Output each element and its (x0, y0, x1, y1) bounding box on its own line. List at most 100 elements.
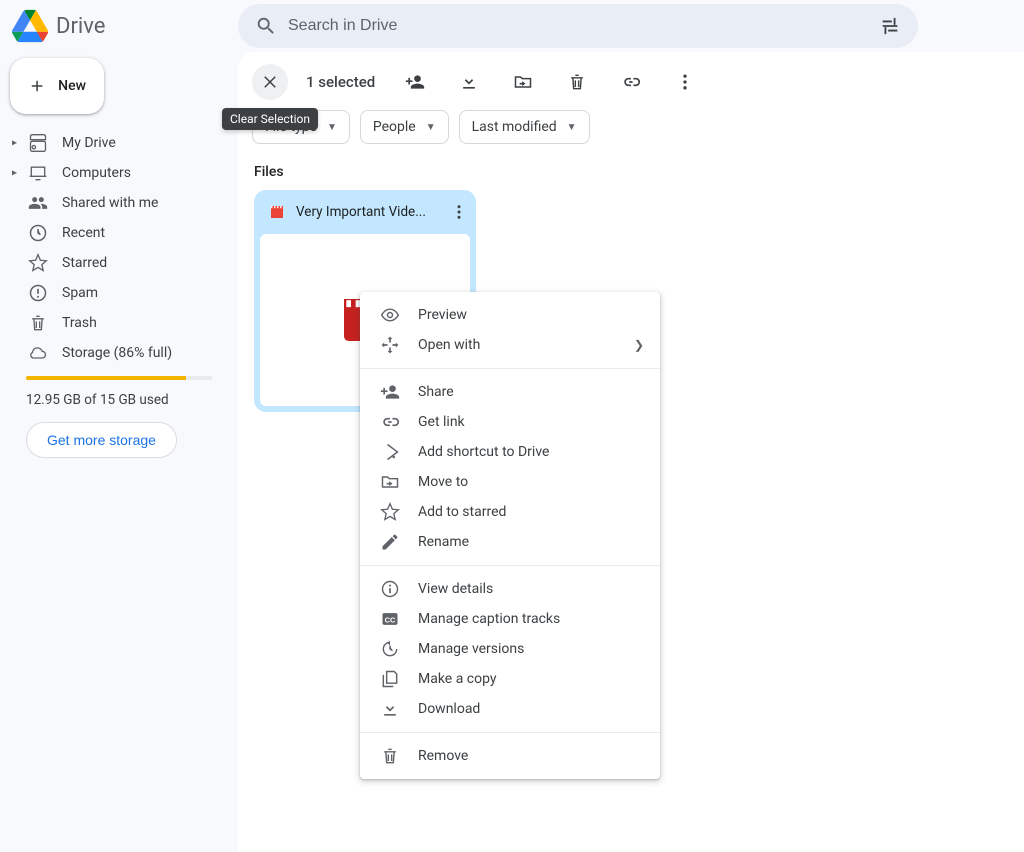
menu-item-label: Preview (418, 307, 467, 323)
delete-button[interactable] (559, 64, 595, 100)
sidebar-item-label: Recent (62, 225, 105, 241)
menu-item-remove[interactable]: Remove (360, 741, 660, 771)
open-with-icon (380, 335, 400, 355)
menu-item-label: Make a copy (418, 671, 497, 687)
caret-down-icon: ▼ (327, 122, 337, 133)
spam-icon (28, 283, 48, 303)
menu-item-make-a-copy[interactable]: Make a copy (360, 664, 660, 694)
sidebar-item-label: Trash (62, 315, 97, 331)
clear-selection-button[interactable] (252, 64, 288, 100)
menu-item-label: Rename (418, 534, 469, 550)
expand-caret-icon[interactable]: ▸ (12, 138, 17, 149)
menu-item-label: Remove (418, 748, 468, 764)
eye-icon (380, 305, 400, 325)
sidebar-item-label: Computers (62, 165, 131, 181)
link-icon (621, 72, 641, 92)
sidebar-item-label: Starred (62, 255, 107, 271)
sidebar-item-recent[interactable]: Recent (8, 218, 224, 248)
share-button[interactable] (397, 64, 433, 100)
close-icon (261, 73, 279, 91)
computers-icon (28, 163, 48, 183)
menu-item-add-shortcut[interactable]: Add shortcut to Drive (360, 437, 660, 467)
search-icon[interactable] (246, 6, 286, 46)
person-add-icon (380, 382, 400, 402)
plus-icon (28, 75, 46, 97)
app-title[interactable]: Drive (56, 14, 105, 39)
selection-count: 1 selected (306, 73, 375, 91)
filter-people[interactable]: People ▼ (360, 110, 449, 144)
star-icon (380, 502, 400, 522)
trash-icon (28, 313, 48, 333)
search-input[interactable] (286, 16, 870, 36)
filter-label: Last modified (472, 119, 557, 135)
download-button[interactable] (451, 64, 487, 100)
sidebar-item-my-drive[interactable]: ▸ My Drive (8, 128, 224, 158)
more-actions-button[interactable] (667, 64, 703, 100)
svg-text:CC: CC (385, 615, 396, 624)
new-button-label: New (58, 78, 86, 94)
copy-icon (380, 669, 400, 689)
folder-move-icon (380, 472, 400, 492)
menu-item-label: Move to (418, 474, 468, 490)
menu-item-label: Get link (418, 414, 465, 430)
menu-item-move-to[interactable]: Move to (360, 467, 660, 497)
menu-item-open-with[interactable]: Open with ❯ (360, 330, 660, 360)
menu-item-label: View details (418, 581, 493, 597)
download-icon (459, 72, 479, 92)
menu-item-manage-captions[interactable]: CC Manage caption tracks (360, 604, 660, 634)
menu-item-rename[interactable]: Rename (360, 527, 660, 557)
new-button[interactable]: New (10, 58, 104, 114)
section-files-label: Files (238, 144, 1024, 190)
filter-last-modified[interactable]: Last modified▼ (459, 110, 590, 144)
sidebar-item-computers[interactable]: ▸ Computers (8, 158, 224, 188)
menu-item-manage-versions[interactable]: Manage versions (360, 634, 660, 664)
video-file-icon (268, 203, 286, 221)
more-vert-icon (450, 203, 468, 221)
history-icon (380, 639, 400, 659)
sidebar-item-starred[interactable]: Starred (8, 248, 224, 278)
menu-separator (360, 368, 660, 369)
menu-item-get-link[interactable]: Get link (360, 407, 660, 437)
sidebar-item-spam[interactable]: Spam (8, 278, 224, 308)
add-shortcut-icon (380, 442, 400, 462)
drive-logo-icon (12, 8, 48, 44)
expand-caret-icon[interactable]: ▸ (12, 168, 17, 179)
more-vert-icon (675, 72, 695, 92)
menu-separator (360, 732, 660, 733)
menu-item-label: Open with (418, 337, 480, 353)
caret-down-icon: ▼ (426, 122, 436, 133)
menu-item-download[interactable]: Download (360, 694, 660, 724)
file-more-button[interactable] (450, 203, 468, 221)
menu-item-label: Add to starred (418, 504, 506, 520)
menu-item-share[interactable]: Share (360, 377, 660, 407)
selection-toolbar: 1 selected (238, 52, 1024, 112)
shared-icon (28, 193, 48, 213)
move-button[interactable] (505, 64, 541, 100)
my-drive-icon (28, 133, 48, 153)
star-icon (28, 253, 48, 273)
menu-item-view-details[interactable]: View details (360, 574, 660, 604)
search-options-icon[interactable] (870, 6, 910, 46)
menu-item-label: Share (418, 384, 454, 400)
get-more-storage-button[interactable]: Get more storage (26, 422, 177, 458)
sidebar-item-label: My Drive (62, 135, 116, 151)
sidebar-item-trash[interactable]: Trash (8, 308, 224, 338)
menu-item-preview[interactable]: Preview (360, 300, 660, 330)
storage-bar (26, 376, 212, 380)
menu-item-label: Manage caption tracks (418, 611, 560, 627)
sidebar: New ▸ My Drive ▸ Computers Shared with m… (0, 52, 238, 852)
cloud-icon (28, 343, 48, 363)
filter-label: People (373, 119, 416, 135)
file-name: Very Important Vide... (296, 204, 440, 220)
info-icon (380, 579, 400, 599)
pencil-icon (380, 532, 400, 552)
sidebar-item-storage[interactable]: Storage (86% full) (8, 338, 224, 368)
filter-row: File type▼ People▼ Last modified▼ (238, 110, 1024, 144)
search-bar[interactable] (238, 4, 918, 48)
sidebar-item-shared[interactable]: Shared with me (8, 188, 224, 218)
trash-icon (380, 746, 400, 766)
get-link-button[interactable] (613, 64, 649, 100)
captions-icon: CC (380, 609, 400, 629)
menu-item-label: Add shortcut to Drive (418, 444, 549, 460)
menu-item-add-to-starred[interactable]: Add to starred (360, 497, 660, 527)
